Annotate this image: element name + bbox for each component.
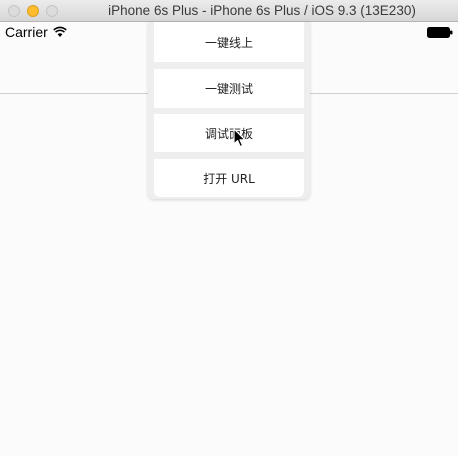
- menu-item-open-url[interactable]: 打开 URL: [154, 159, 304, 197]
- window-title: iPhone 6s Plus - iPhone 6s Plus / iOS 9.…: [108, 3, 416, 18]
- menu-item-test[interactable]: 一键测试: [154, 69, 304, 108]
- mouse-cursor-icon: [233, 128, 246, 148]
- menu-item-online[interactable]: 一键线上: [154, 22, 304, 62]
- carrier-label: Carrier: [5, 24, 48, 40]
- popover-menu: 一键线上 一键测试 调试面板 打开 URL: [148, 22, 310, 199]
- menu-item-debug-panel[interactable]: 调试面板: [154, 114, 304, 152]
- wifi-icon: [53, 26, 67, 37]
- window-titlebar: iPhone 6s Plus - iPhone 6s Plus / iOS 9.…: [0, 0, 458, 22]
- close-window-button[interactable]: [8, 5, 20, 17]
- minimize-window-button[interactable]: [27, 5, 39, 17]
- battery-icon: [427, 27, 453, 38]
- zoom-window-button[interactable]: [46, 5, 58, 17]
